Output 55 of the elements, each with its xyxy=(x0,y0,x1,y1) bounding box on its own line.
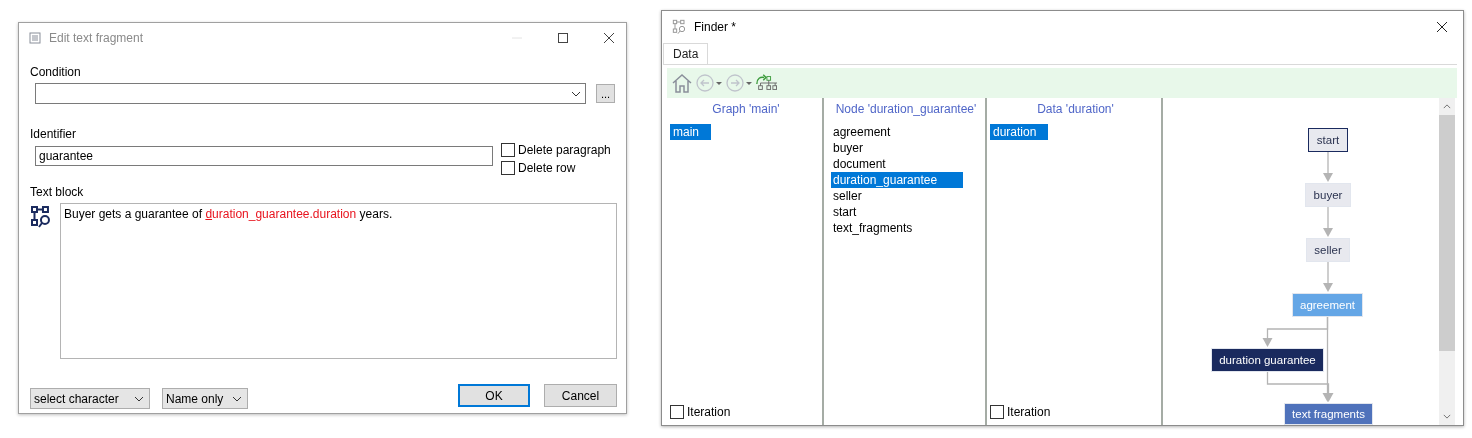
window-title: Edit text fragment xyxy=(49,31,144,45)
cancel-button[interactable]: Cancel xyxy=(544,384,617,407)
list-item[interactable]: start xyxy=(831,204,869,220)
identifier-field[interactable]: guarantee xyxy=(35,146,493,166)
column-header: Data 'duration' xyxy=(1037,102,1114,116)
graph-node[interactable]: duration guarantee xyxy=(1211,348,1324,372)
character-dropdown[interactable]: select character xyxy=(30,388,150,409)
browse-button[interactable]: ... xyxy=(596,84,615,103)
connector-arrow xyxy=(1323,261,1333,292)
chevron-down-icon xyxy=(232,395,242,402)
list-item[interactable]: buyer xyxy=(831,140,876,156)
field-label: Identifier xyxy=(30,127,77,141)
column-header: Node 'duration_guarantee' xyxy=(835,102,977,116)
chevron-down-icon xyxy=(134,395,144,402)
scroll-down-icon[interactable] xyxy=(1443,414,1451,419)
checkbox[interactable] xyxy=(670,405,684,419)
checkbox[interactable] xyxy=(501,161,515,175)
list-item[interactable]: main xyxy=(670,124,711,140)
ok-button[interactable]: OK xyxy=(458,384,530,407)
name-mode-dropdown[interactable]: Name only xyxy=(162,388,248,409)
checkbox[interactable] xyxy=(501,143,515,157)
scroll-up-icon[interactable] xyxy=(1443,104,1451,109)
connector-arrow xyxy=(1323,151,1333,182)
checkbox-label: Iteration xyxy=(1007,405,1051,419)
connector-arrow xyxy=(1323,206,1333,237)
diagram-search-icon xyxy=(672,19,688,35)
home-icon[interactable] xyxy=(671,72,693,94)
list-item[interactable]: seller xyxy=(831,188,874,204)
graph-node[interactable]: seller xyxy=(1306,238,1350,262)
field-label: Text block xyxy=(30,185,84,199)
checkbox-label: Delete paragraph xyxy=(518,143,611,157)
list-item[interactable]: duration_guarantee xyxy=(831,172,964,188)
condition-dropdown[interactable] xyxy=(35,83,586,104)
list-item[interactable]: text_fragments xyxy=(831,220,925,236)
list-item[interactable]: agreement xyxy=(831,124,903,140)
scrollbar[interactable] xyxy=(1439,98,1455,425)
checkbox-label: Iteration xyxy=(687,405,731,419)
list-item[interactable]: duration xyxy=(990,124,1049,140)
graph-node[interactable]: buyer xyxy=(1305,183,1351,207)
graph-node[interactable]: text fragments xyxy=(1284,403,1373,425)
column-header: Graph 'main' xyxy=(712,102,780,116)
document-icon xyxy=(29,32,41,44)
field-label: Condition xyxy=(30,65,81,79)
checkbox-label: Delete row xyxy=(518,161,576,175)
checkbox[interactable] xyxy=(990,405,1004,419)
list-item[interactable]: document xyxy=(831,156,898,172)
text-area[interactable]: Buyer gets a guarantee of duration_guarantee.duration years. xyxy=(59,203,617,359)
maximize-icon[interactable] xyxy=(556,31,570,45)
text-block-content: Buyer gets a guarantee of duration_guarantee.duration years. xyxy=(63,207,394,221)
chevron-down-icon xyxy=(571,90,581,97)
close-icon[interactable] xyxy=(1435,20,1449,34)
close-icon[interactable] xyxy=(602,31,616,45)
graph-node[interactable]: start xyxy=(1308,128,1348,152)
window-title: Finder * xyxy=(694,20,737,34)
tab[interactable]: Data xyxy=(663,43,709,64)
